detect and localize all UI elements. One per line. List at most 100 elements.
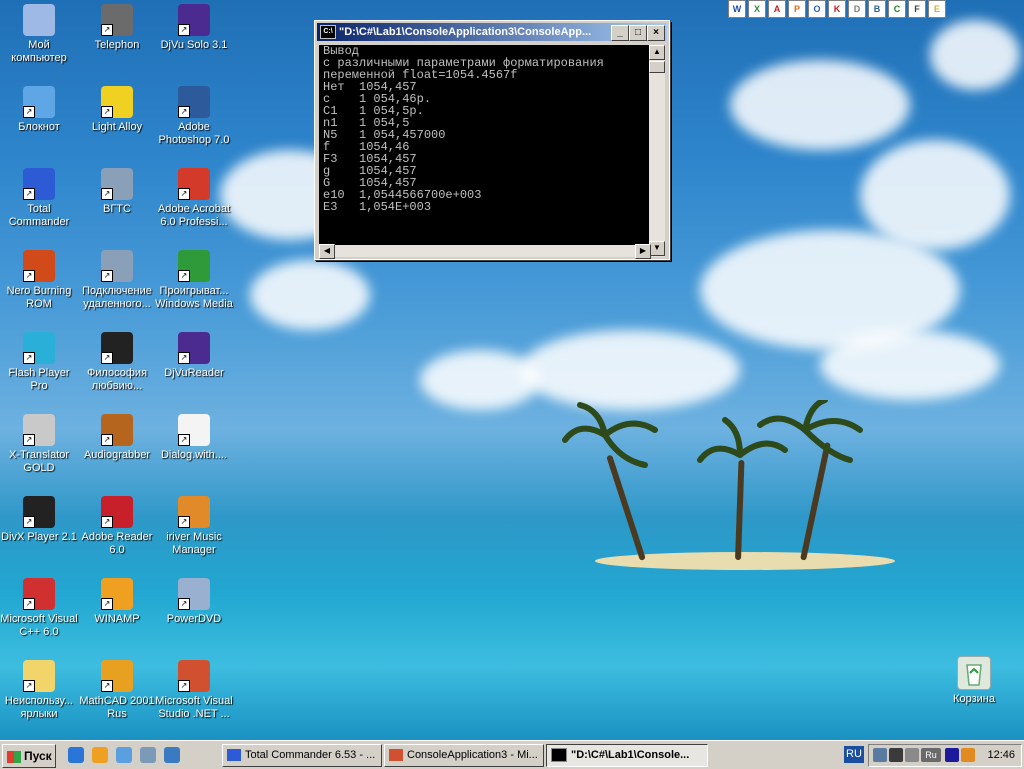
show-desktop-icon[interactable] xyxy=(140,747,156,763)
desktop-icon[interactable]: ↗ Microsoft Visual Studio .NET ... xyxy=(155,660,233,721)
scroll-up-button[interactable]: ▲ xyxy=(649,45,665,60)
speaker-tray-icon[interactable] xyxy=(945,748,959,762)
quicklaunch-app-icon[interactable]: P xyxy=(788,0,806,18)
shortcut-arrow-icon: ↗ xyxy=(23,106,35,118)
desktop-icon[interactable]: ↗ Dialog.with.... xyxy=(155,414,233,462)
desktop-icon[interactable]: ↗ X-Translator GOLD xyxy=(0,414,78,475)
desktop-icon[interactable]: ↗ ВГТС xyxy=(78,168,156,216)
scroll-thumb[interactable] xyxy=(649,61,665,73)
maximize-button[interactable]: □ xyxy=(629,25,647,41)
desktop-icon-label: Flash Player Pro xyxy=(8,367,70,392)
desktop-icon[interactable]: ↗ Microsoft Visual C++ 6.0 xyxy=(0,578,78,639)
close-button[interactable]: × xyxy=(647,25,665,41)
shortcut-arrow-icon: ↗ xyxy=(178,598,190,610)
scroll-right-button[interactable]: ▶ xyxy=(635,244,651,259)
desktop-icon[interactable]: ↗ Audiograbber xyxy=(78,414,156,462)
shortcut-arrow-icon: ↗ xyxy=(23,598,35,610)
desktop-icon-label: Adobe Reader 6.0 xyxy=(81,531,153,556)
console-output[interactable]: Вывод с различными параметрами форматиров… xyxy=(319,45,657,245)
desktop-icon-label: DivX Player 2.1 xyxy=(1,531,77,543)
task-visual-studio[interactable]: ConsoleApplication3 - Mi... xyxy=(384,744,544,767)
quicklaunch-app-icon[interactable]: E xyxy=(928,0,946,18)
desktop-icon[interactable]: ↗ Nero Burning ROM xyxy=(0,250,78,311)
desktop-icon-label: DjVu Solo 3.1 xyxy=(160,39,228,51)
desktop-icon[interactable]: ↗ DjVu Solo 3.1 xyxy=(155,4,233,52)
scroll-down-button[interactable]: ▼ xyxy=(649,241,665,256)
shortcut-arrow-icon: ↗ xyxy=(101,352,113,364)
internet-explorer-icon[interactable] xyxy=(68,747,84,763)
scroll-left-button[interactable]: ◀ xyxy=(319,244,335,259)
desktop-icon[interactable]: ↗ PowerDVD xyxy=(155,578,233,626)
desktop-icon[interactable]: ↗ DjVuReader xyxy=(155,332,233,380)
shield-tray-icon[interactable] xyxy=(905,748,919,762)
task-console[interactable]: "D:\C#\Lab1\Console... xyxy=(546,744,708,767)
minimize-button[interactable]: _ xyxy=(611,25,629,41)
yin-yang-icon: ↗ xyxy=(101,332,133,364)
quicklaunch-app-icon[interactable]: K xyxy=(828,0,846,18)
outlook-express-icon[interactable] xyxy=(116,747,132,763)
quicklaunch-app-icon[interactable]: X xyxy=(748,0,766,18)
media-player-quicklaunch-icon[interactable] xyxy=(164,747,180,763)
console-titlebar[interactable]: C:\ "D:\C#\Lab1\ConsoleApplication3\Conso… xyxy=(317,23,667,41)
desktop-icon[interactable]: ↗ Light Alloy xyxy=(78,86,156,134)
total-commander-task-icon xyxy=(227,749,241,762)
task-label: Total Commander 6.53 - ... xyxy=(245,749,376,761)
console-line: E3 1,054E+003 xyxy=(323,200,432,214)
desktop-icon-label: X-Translator GOLD xyxy=(8,449,70,474)
desktop-icon-label: Блокнот xyxy=(18,121,60,133)
shortcut-arrow-icon: ↗ xyxy=(101,270,113,282)
quicklaunch-app-icon[interactable]: C xyxy=(888,0,906,18)
tray-language[interactable]: Ru xyxy=(921,748,941,762)
acrobat-icon: ↗ xyxy=(178,168,210,200)
start-label: Пуск xyxy=(24,749,52,763)
powerdvd-icon: ↗ xyxy=(178,578,210,610)
desktop-icon-label: Неиспользу... ярлыки xyxy=(4,695,74,720)
quicklaunch-app-icon[interactable]: F xyxy=(908,0,926,18)
desktop-icon[interactable]: ↗ iriver Music Manager xyxy=(155,496,233,557)
visual-studio-task-icon xyxy=(389,749,403,762)
shortcut-arrow-icon: ↗ xyxy=(178,270,190,282)
clock[interactable]: 12:46 xyxy=(987,745,1015,766)
desktop-icon[interactable]: ↗ DivX Player 2.1 xyxy=(0,496,78,544)
nero-icon: ↗ xyxy=(23,250,55,282)
desktop[interactable]: Мой компьютер ↗ Telephon ↗ DjVu Solo 3.1 ↗ Бло… xyxy=(0,0,1024,740)
desktop-icon[interactable]: ↗ MathCAD 2001 Rus xyxy=(78,660,156,721)
desktop-icon[interactable]: ↗ Проигрыват... Windows Media xyxy=(155,250,233,311)
task-total-commander[interactable]: Total Commander 6.53 - ... xyxy=(222,744,382,767)
winamp-icon: ↗ xyxy=(101,578,133,610)
desktop-icon[interactable]: ↗ Telephon xyxy=(78,4,156,52)
desktop-icon[interactable]: ↗ Подключение удаленного... xyxy=(78,250,156,311)
desktop-icon[interactable]: ↗ Adobe Photoshop 7.0 xyxy=(155,86,233,147)
vertical-scrollbar[interactable]: ▲ ▼ xyxy=(649,45,665,257)
desktop-icon[interactable]: ↗ WINAMP xyxy=(78,578,156,626)
desktop-icon[interactable]: ↗ Неиспользу... ярлыки xyxy=(0,660,78,721)
quicklaunch-app-icon[interactable]: D xyxy=(848,0,866,18)
desktop-icon[interactable]: ↗ Flash Player Pro xyxy=(0,332,78,393)
quicklaunch-app-icon[interactable]: A xyxy=(768,0,786,18)
console-app-icon: C:\ xyxy=(320,25,336,40)
desktop-icon-label: Telephon xyxy=(94,39,140,51)
keyboard-tray-icon[interactable] xyxy=(889,748,903,762)
desktop-icon[interactable]: ↗ Блокнот xyxy=(0,86,78,134)
desktop-icon[interactable]: ↗ Total Commander xyxy=(0,168,78,229)
recycle-bin[interactable]: Корзина xyxy=(935,656,1013,706)
desktop-icon[interactable]: Мой компьютер xyxy=(0,4,78,65)
start-button[interactable]: Пуск xyxy=(2,744,56,768)
antivirus-tray-icon[interactable] xyxy=(961,748,975,762)
network-icon: ↗ xyxy=(101,168,133,200)
desktop-icon[interactable]: ↗ Adobe Reader 6.0 xyxy=(78,496,156,557)
divx-icon: ↗ xyxy=(23,496,55,528)
desktop-icon[interactable]: ↗ Философия любвию... xyxy=(78,332,156,393)
quicklaunch-app-icon[interactable]: B xyxy=(868,0,886,18)
shortcut-arrow-icon: ↗ xyxy=(23,352,35,364)
network-tray-icon[interactable] xyxy=(873,748,887,762)
quicklaunch-app-icon[interactable]: O xyxy=(808,0,826,18)
winamp-quicklaunch-icon[interactable] xyxy=(92,747,108,763)
horizontal-scrollbar[interactable]: ◀ ▶ xyxy=(319,244,651,259)
desktop-icon-label: Nero Burning ROM xyxy=(6,285,72,310)
console-window[interactable]: C:\ "D:\C#\Lab1\ConsoleApplication3\Conso… xyxy=(314,20,670,260)
language-indicator[interactable]: RU xyxy=(844,746,864,763)
folder-icon: ↗ xyxy=(23,660,55,692)
desktop-icon[interactable]: ↗ Adobe Acrobat 6.0 Professi... xyxy=(155,168,233,229)
quicklaunch-app-icon[interactable]: W xyxy=(728,0,746,18)
